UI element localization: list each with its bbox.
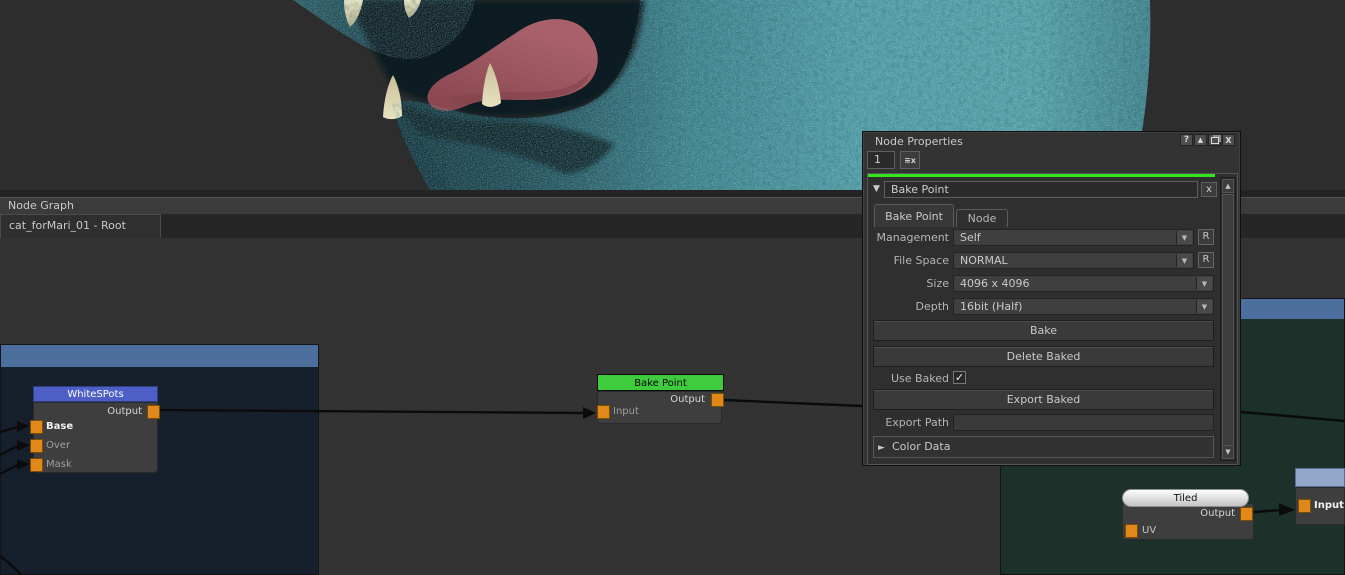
node-tiled[interactable]: Output UV Tiled <box>1122 489 1254 540</box>
node-whitespots-output-label: Output <box>107 406 142 417</box>
delete-baked-button[interactable]: Delete Baked <box>873 346 1214 367</box>
remove-node-icon[interactable]: x <box>1201 182 1217 197</box>
node-bake-point-input-port[interactable] <box>597 405 610 419</box>
size-dropdown[interactable]: 4096 x 4096 ▼ <box>953 275 1214 292</box>
node-whitespots-output-port[interactable] <box>147 405 160 419</box>
management-value: Self <box>960 231 981 244</box>
selected-node-accent <box>868 174 1215 177</box>
export-path-label: Export Path <box>868 416 949 429</box>
properties-count-input[interactable]: 1 <box>867 151 895 169</box>
node-tiled-body[interactable]: Output UV <box>1122 503 1254 540</box>
properties-groupbox: ▼ Bake Point x Bake Point Node Managemen… <box>867 173 1238 465</box>
tab-bake-point[interactable]: Bake Point <box>874 204 954 227</box>
properties-scrollbar[interactable]: ▲ ▼ <box>1220 177 1236 461</box>
chevron-down-icon[interactable]: ▼ <box>1176 231 1192 244</box>
tab-node[interactable]: Node <box>956 209 1008 227</box>
node-properties-panel: Node Properties ? ▲ X 1 ≡x ▼ Bake Point … <box>862 131 1241 466</box>
node-partial-right-header[interactable] <box>1295 468 1345 487</box>
node-graph-tab[interactable]: cat_forMari_01 - Root <box>0 214 161 238</box>
node-bake-point[interactable]: Bake Point Output Input <box>597 374 724 424</box>
node-whitespots-over-label: Over <box>46 440 70 451</box>
chevron-right-icon[interactable]: ► <box>878 443 885 453</box>
help-icon[interactable]: ? <box>1180 134 1193 146</box>
node-whitespots-base-label: Base <box>46 421 73 432</box>
file-space-dropdown[interactable]: NORMAL ▼ <box>953 252 1194 269</box>
management-reset-button[interactable]: R <box>1198 229 1214 245</box>
size-value: 4096 x 4096 <box>960 277 1030 290</box>
scroll-down-icon[interactable]: ▼ <box>1222 445 1234 459</box>
use-baked-checkbox[interactable]: ✓ <box>953 371 966 384</box>
tab-bake-point-label: Bake Point <box>885 210 943 223</box>
chevron-down-icon[interactable]: ▼ <box>1196 300 1212 313</box>
node-tiled-output-port[interactable] <box>1240 507 1253 521</box>
node-whitespots-over-port[interactable] <box>30 439 43 453</box>
size-label: Size <box>868 277 949 290</box>
color-data-label: Color Data <box>892 440 950 453</box>
node-whitespots-title: WhiteSPots <box>67 389 123 400</box>
pin-properties-icon[interactable]: ≡x <box>900 151 920 169</box>
depth-label: Depth <box>868 300 949 313</box>
export-path-input[interactable] <box>953 414 1214 431</box>
node-bake-point-output-label: Output <box>670 394 705 405</box>
tab-node-label: Node <box>968 212 997 225</box>
collapse-icon[interactable]: ▲ <box>1194 134 1207 146</box>
node-bake-point-input-label: Input <box>613 406 639 417</box>
node-partial-right-input-label: Input <box>1314 500 1344 511</box>
node-whitespots-mask-port[interactable] <box>30 458 43 472</box>
node-tiled-title: Tiled <box>1174 493 1198 504</box>
management-dropdown[interactable]: Self ▼ <box>953 229 1194 246</box>
node-bake-point-header[interactable]: Bake Point <box>597 374 724 391</box>
node-partial-right-input-port[interactable] <box>1298 499 1311 513</box>
file-space-value: NORMAL <box>960 254 1008 267</box>
scrollbar-thumb[interactable] <box>1222 194 1234 446</box>
node-whitespots-header[interactable]: WhiteSPots <box>33 386 158 402</box>
node-whitespots[interactable]: WhiteSPots Output Base Over Mask <box>33 386 158 473</box>
node-properties-titlebar[interactable]: Node Properties ? ▲ X <box>863 132 1240 150</box>
node-bake-point-title: Bake Point <box>634 378 687 389</box>
node-bake-point-body[interactable]: Output Input <box>597 391 722 424</box>
node-whitespots-mask-label: Mask <box>46 459 72 470</box>
node-partial-right[interactable]: Input <box>1295 468 1345 525</box>
node-properties-title: Node Properties <box>875 135 963 148</box>
node-graph-tab-label: cat_forMari_01 - Root <box>9 219 126 232</box>
node-partial-right-body[interactable]: Input <box>1295 487 1345 525</box>
node-tiled-output-label: Output <box>1200 508 1235 519</box>
use-baked-label: Use Baked <box>868 372 949 385</box>
export-baked-button[interactable]: Export Baked <box>873 389 1214 410</box>
selected-node-name[interactable]: Bake Point <box>884 181 1198 198</box>
node-tiled-header[interactable]: Tiled <box>1122 489 1249 507</box>
mari-application-window: { "colors": { "accent_green": "#35e51c",… <box>0 0 1345 575</box>
node-whitespots-body[interactable]: Output Base Over Mask <box>33 402 158 473</box>
chevron-down-icon[interactable]: ▼ <box>1196 277 1212 290</box>
scroll-up-icon[interactable]: ▲ <box>1222 179 1234 193</box>
node-graph-title: Node Graph <box>8 199 74 212</box>
node-bake-point-output-port[interactable] <box>711 393 724 407</box>
properties-filter-row: 1 ≡x <box>863 150 1240 172</box>
depth-value: 16bit (Half) <box>960 300 1022 313</box>
depth-dropdown[interactable]: 16bit (Half) ▼ <box>953 298 1214 315</box>
bake-button[interactable]: Bake <box>873 320 1214 341</box>
close-icon[interactable]: X <box>1222 134 1235 146</box>
float-window-icon[interactable] <box>1208 134 1221 146</box>
chevron-down-icon[interactable]: ▼ <box>1176 254 1192 267</box>
node-whitespots-base-port[interactable] <box>30 420 43 434</box>
node-tiled-uv-label: UV <box>1142 525 1156 536</box>
file-space-label: File Space <box>868 254 949 267</box>
backdrop-group-navy-header[interactable] <box>1 345 318 367</box>
chevron-down-icon[interactable]: ▼ <box>873 184 880 194</box>
file-space-reset-button[interactable]: R <box>1198 252 1214 268</box>
management-label: Management <box>868 231 949 244</box>
node-tiled-uv-port[interactable] <box>1125 524 1138 538</box>
color-data-section[interactable]: ► Color Data <box>873 436 1214 458</box>
